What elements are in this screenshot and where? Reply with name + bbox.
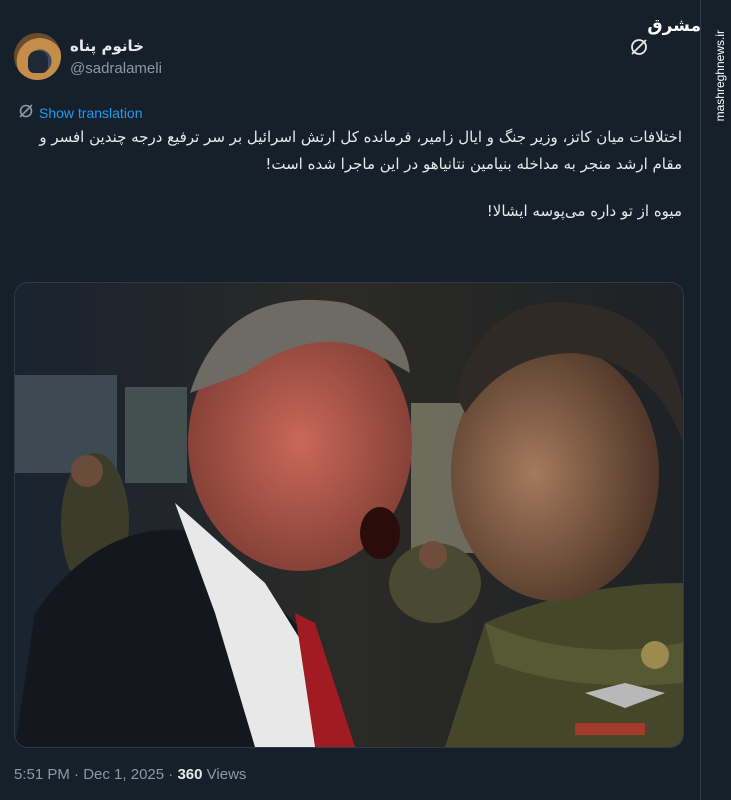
translate-label: Show translation	[39, 104, 143, 121]
show-translation-link[interactable]: Show translation	[18, 103, 143, 122]
tweet-text: اختلافات میان کاتز، وزیر جنگ و ایال زامی…	[18, 124, 682, 225]
watermark-url: mashreghnews.ir	[713, 30, 727, 122]
meta-separator-2: ·	[168, 766, 174, 783]
tweet-paragraph-2: میوه از تو داره می‌پوسه ایشالا!	[486, 202, 682, 220]
meta-separator: ·	[74, 766, 80, 783]
watermark-logo: مشرق	[647, 16, 701, 36]
translate-icon	[18, 103, 34, 122]
tweet-paragraph-1: اختلافات میان کاتز، وزیر جنگ و ایال زامی…	[39, 128, 682, 173]
avatar[interactable]	[14, 33, 61, 80]
grok-icon[interactable]	[629, 37, 649, 57]
tweet-date[interactable]: Dec 1, 2025	[83, 766, 164, 783]
author-name[interactable]: خانوم پناه	[70, 37, 144, 55]
views-label: Views	[206, 766, 247, 783]
views-count[interactable]: 360	[177, 766, 202, 783]
tweet-meta: 5:51 PM · Dec 1, 2025 · 360 Views	[14, 766, 246, 783]
tweet-photo	[15, 283, 683, 747]
author-handle[interactable]: @sadralameli	[70, 60, 162, 77]
right-border	[700, 0, 701, 800]
tweet-time[interactable]: 5:51 PM	[14, 766, 70, 783]
tweet-image[interactable]	[14, 282, 684, 748]
